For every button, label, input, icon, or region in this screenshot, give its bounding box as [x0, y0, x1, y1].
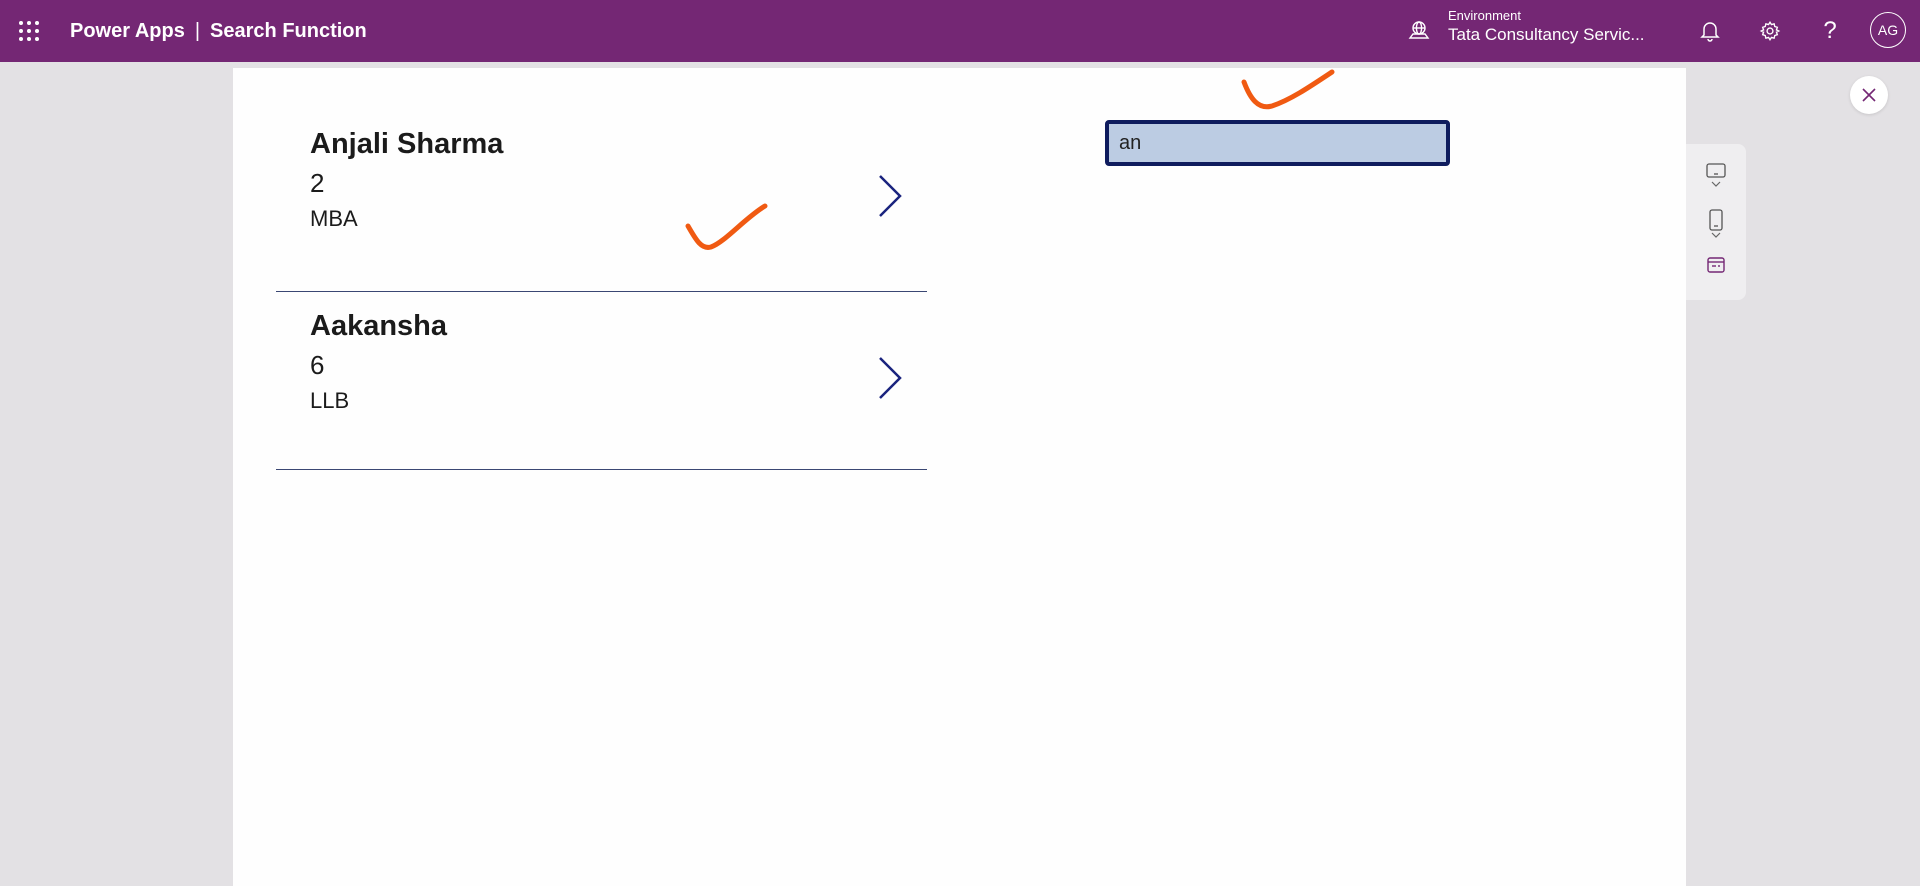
annotation-check-mark [1241, 69, 1335, 110]
chevron-down-icon [1711, 232, 1721, 238]
chevron-down-icon [1711, 181, 1721, 187]
app-screen-title: Search Function [210, 20, 367, 42]
item-degree: LLB [310, 388, 350, 413]
gear-icon [1759, 21, 1781, 41]
tablet-layout-button[interactable] [1701, 256, 1731, 274]
desktop-layout-button[interactable] [1701, 162, 1731, 188]
item-degree: MBA [310, 206, 358, 231]
search-input[interactable] [1105, 120, 1450, 166]
environment-icon [1408, 21, 1430, 39]
help-button[interactable]: ? [1812, 13, 1848, 49]
app-name: Power Apps [70, 20, 185, 42]
help-icon: ? [1823, 17, 1837, 44]
waffle-icon[interactable] [17, 19, 41, 43]
environment-picker[interactable]: Environment Tata Consultancy Servic... [1448, 8, 1648, 46]
chevron-right-icon[interactable] [876, 172, 904, 220]
chevron-right-icon[interactable] [876, 354, 904, 402]
settings-button[interactable] [1752, 13, 1788, 49]
app-title: Power Apps | Search Function [70, 20, 367, 43]
close-preview-button[interactable] [1850, 76, 1888, 114]
environment-name: Tata Consultancy Servic... [1448, 25, 1645, 44]
desktop-layout-icon [1706, 163, 1726, 178]
gallery-item[interactable]: Anjali Sharma 2 MBA [276, 114, 927, 292]
student-gallery: Anjali Sharma 2 MBA Aakansha 6 LLB [276, 114, 927, 470]
tablet-layout-icon [1707, 257, 1725, 273]
item-number: 6 [310, 350, 325, 380]
title-separator: | [194, 20, 201, 42]
item-name: Anjali Sharma [310, 128, 504, 160]
app-canvas: Anjali Sharma 2 MBA Aakansha 6 LLB [233, 68, 1686, 886]
item-name: Aakansha [310, 310, 448, 342]
item-number: 2 [310, 168, 325, 198]
notifications-button[interactable] [1692, 13, 1728, 49]
phone-layout-icon [1709, 209, 1723, 231]
gallery-item[interactable]: Aakansha 6 LLB [276, 292, 927, 470]
phone-layout-button[interactable] [1701, 209, 1731, 239]
environment-label: Environment [1448, 8, 1521, 23]
device-layout-panel [1686, 144, 1746, 300]
top-header-bar: Power Apps | Search Function Environment T… [0, 0, 1920, 62]
user-avatar[interactable]: AG [1870, 12, 1906, 48]
bell-icon [1700, 22, 1720, 42]
close-icon [1862, 88, 1876, 102]
